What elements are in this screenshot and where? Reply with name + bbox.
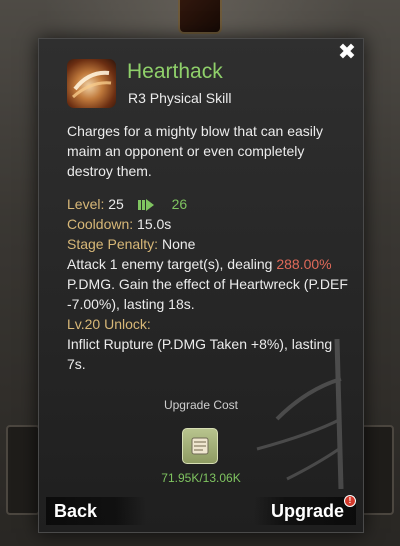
damage-percent: 288.00% bbox=[276, 256, 332, 272]
stage-penalty-value: None bbox=[161, 236, 196, 252]
cooldown-value: 15.0s bbox=[137, 216, 172, 232]
material-count: 71.95K/13.06K bbox=[161, 471, 241, 485]
unlock-label: Lv.20 Unlock: bbox=[67, 316, 151, 332]
level-label: Level: bbox=[67, 196, 105, 212]
skill-description: Charges for a mighty blow that can easil… bbox=[67, 123, 324, 179]
sword-slash-icon bbox=[67, 59, 116, 108]
cooldown-row: Cooldown: 15.0s bbox=[67, 214, 352, 234]
level-up-arrow-icon bbox=[137, 199, 154, 212]
stage-penalty-row: Stage Penalty: None bbox=[67, 234, 352, 254]
skill-name: Hearthack bbox=[127, 60, 223, 83]
skill-type: R3 Physical Skill bbox=[128, 90, 232, 106]
back-button[interactable]: Back bbox=[46, 497, 146, 525]
level-current: 25 bbox=[108, 196, 124, 212]
close-icon[interactable]: ✖ bbox=[336, 42, 358, 64]
upgrade-button[interactable]: Upgrade bbox=[254, 497, 356, 525]
scroll-material-icon[interactable] bbox=[182, 428, 218, 464]
effect-text: Attack 1 enemy target(s), dealing 288.00… bbox=[67, 254, 352, 314]
effect-text-post: P.DMG. Gain the effect of Heartwreck (P.… bbox=[67, 276, 348, 312]
alert-badge-icon: ! bbox=[344, 495, 356, 507]
level-next: 26 bbox=[171, 196, 188, 212]
stage-penalty-label: Stage Penalty: bbox=[67, 236, 159, 252]
level-row: Level: 25 26 bbox=[67, 194, 352, 214]
unlock-text: Inflict Rupture (P.DMG Taken +8%), lasti… bbox=[67, 336, 333, 372]
cooldown-label: Cooldown: bbox=[67, 216, 134, 232]
upgrade-cost-title: Upgrade Cost bbox=[163, 398, 239, 412]
skill-stats: Level: 25 26 Cooldown: 15.0s Stage Penal… bbox=[67, 194, 352, 374]
effect-text-pre: Attack 1 enemy target(s), dealing bbox=[67, 256, 277, 272]
